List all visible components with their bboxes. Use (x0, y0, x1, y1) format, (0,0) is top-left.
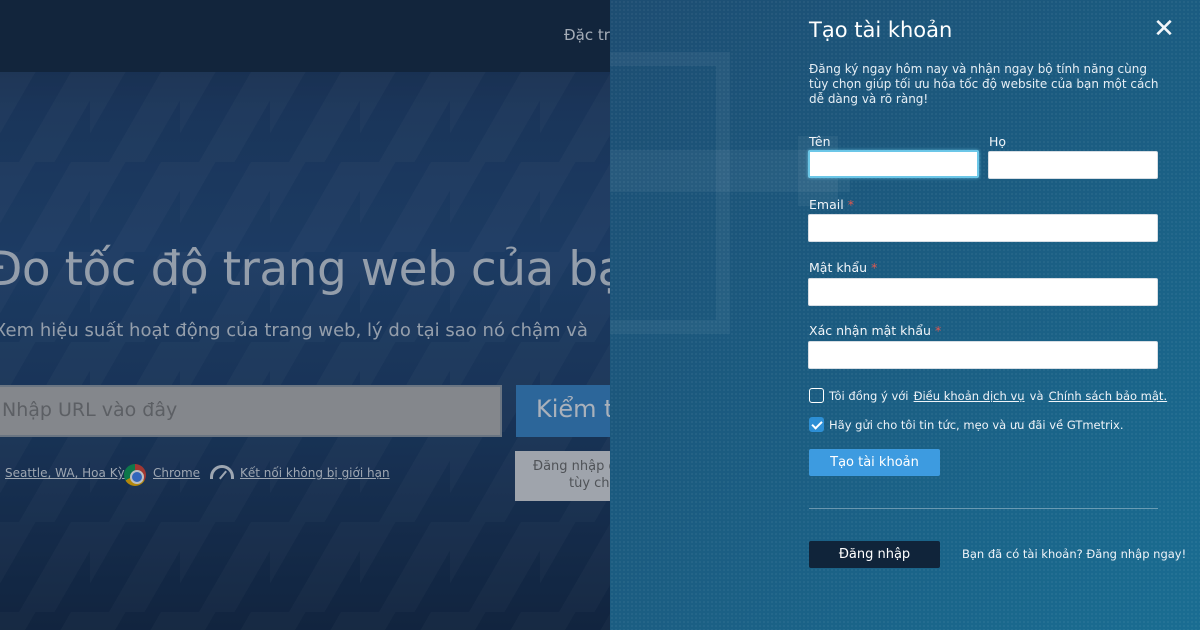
confirm-password-field[interactable] (808, 341, 1158, 369)
email-label-text: Email (809, 197, 844, 212)
terms-joiner: và (1029, 388, 1044, 403)
divider (809, 508, 1158, 509)
confirm-password-label: Xác nhận mật khẩu * (809, 323, 941, 338)
create-account-button[interactable]: Tạo tài khoản (809, 449, 940, 476)
email-field[interactable] (808, 214, 1158, 242)
privacy-policy-link[interactable]: Chính sách bảo mật. (1049, 389, 1168, 403)
terms-checkbox[interactable] (809, 388, 824, 403)
password-field[interactable] (808, 278, 1158, 306)
terms-prefix: Tôi đồng ý với (829, 388, 909, 403)
terms-row: Tôi đồng ý với Điều khoản dịch vụ và Chí… (809, 386, 1167, 405)
newsletter-checkbox[interactable] (809, 417, 824, 432)
password-label: Mật khẩu * (809, 260, 877, 275)
confirm-password-label-text: Xác nhận mật khẩu (809, 323, 931, 338)
newsletter-label: Hãy gửi cho tôi tin tức, mẹo và ưu đãi v… (829, 417, 1124, 432)
first-name-label: Tên (809, 134, 831, 149)
terms-of-service-link[interactable]: Điều khoản dịch vụ (914, 389, 1025, 403)
first-name-field[interactable] (808, 150, 979, 178)
signup-panel: ✕ Tạo tài khoản Đăng ký ngay hôm nay và … (610, 0, 1200, 630)
last-name-field[interactable] (988, 151, 1158, 179)
login-button[interactable]: Đăng nhập (809, 541, 940, 568)
email-label: Email * (809, 197, 854, 212)
panel-description: Đăng ký ngay hôm nay và nhận ngay bộ tín… (809, 62, 1159, 106)
panel-decoration (610, 52, 730, 334)
login-hint: Bạn đã có tài khoản? Đăng nhập ngay! (962, 547, 1187, 561)
close-icon[interactable]: ✕ (1152, 16, 1176, 42)
password-label-text: Mật khẩu (809, 260, 868, 275)
required-marker: * (934, 323, 942, 338)
required-marker: * (871, 260, 878, 275)
panel-title: Tạo tài khoản (809, 18, 953, 42)
last-name-label: Họ (989, 134, 1007, 149)
required-marker: * (847, 197, 854, 212)
newsletter-row: Hãy gửi cho tôi tin tức, mẹo và ưu đãi v… (809, 417, 1124, 432)
